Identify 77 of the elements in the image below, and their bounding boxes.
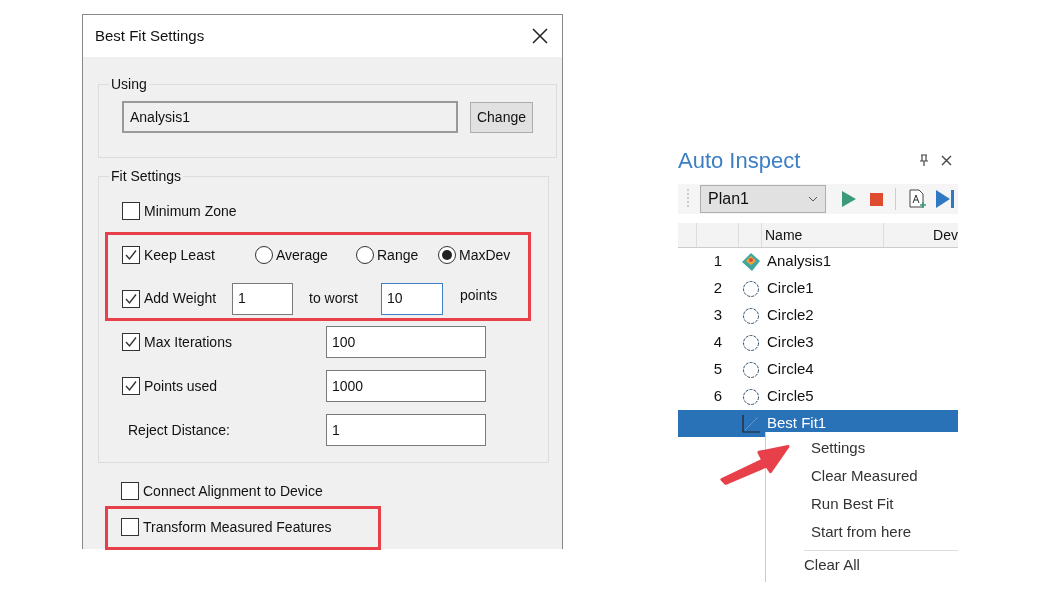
item-name: Circle3 bbox=[767, 332, 814, 353]
chevron-down-icon bbox=[808, 196, 818, 202]
play-icon[interactable] bbox=[842, 191, 856, 207]
change-button[interactable]: Change bbox=[470, 101, 533, 133]
circle-icon bbox=[742, 306, 760, 325]
circle-icon bbox=[742, 279, 760, 298]
menu-item[interactable]: Clear Measured bbox=[811, 464, 918, 488]
checkbox-label: Connect Alignment to Device bbox=[143, 481, 323, 501]
input-field[interactable]: 10 bbox=[381, 282, 443, 315]
stop-icon[interactable] bbox=[870, 192, 883, 206]
color-map-icon bbox=[741, 251, 761, 272]
circle-icon bbox=[742, 360, 760, 379]
gripper-icon bbox=[686, 188, 690, 210]
checkbox-label: Max Iterations bbox=[144, 332, 233, 352]
group-label: Fit Settings bbox=[110, 167, 183, 186]
pin-icon[interactable] bbox=[919, 154, 929, 166]
column-header[interactable]: Dev bbox=[884, 223, 958, 247]
radio-label: Average bbox=[276, 245, 328, 265]
item-name: Circle1 bbox=[767, 278, 814, 299]
row-number: 4 bbox=[713, 332, 722, 353]
item-name: Circle2 bbox=[767, 305, 814, 326]
checkbox[interactable] bbox=[122, 289, 140, 308]
menu-item[interactable]: Settings bbox=[811, 436, 866, 460]
menu-item[interactable]: Clear All bbox=[804, 553, 860, 577]
group-label: Using bbox=[110, 75, 148, 94]
radio-label: Range bbox=[377, 245, 419, 265]
checkbox-label: Keep Least bbox=[144, 245, 216, 265]
checkbox[interactable] bbox=[122, 377, 140, 395]
field-label: Reject Distance: bbox=[128, 420, 231, 440]
radio-button[interactable] bbox=[255, 246, 273, 264]
line-fit-icon bbox=[741, 413, 761, 434]
tree-row[interactable]: 4 Circle3 bbox=[678, 329, 958, 356]
panel-title: Auto Inspect bbox=[678, 146, 801, 175]
radio-button[interactable] bbox=[356, 246, 374, 264]
checkbox-label: Transform Measured Features bbox=[143, 517, 332, 537]
column-header[interactable]: Name bbox=[762, 223, 884, 247]
close-icon[interactable] bbox=[941, 154, 952, 166]
radio-button[interactable] bbox=[438, 246, 456, 264]
circle-icon bbox=[742, 387, 760, 406]
menu-item[interactable]: Start from here bbox=[811, 520, 912, 544]
window-title: Best Fit Settings bbox=[95, 25, 205, 46]
input-field[interactable]: 1 bbox=[232, 282, 293, 315]
checkbox[interactable] bbox=[121, 518, 139, 536]
field-label: points bbox=[460, 286, 498, 305]
tree-row[interactable]: 1 Analysis1 bbox=[678, 248, 958, 275]
row-number: 2 bbox=[713, 278, 722, 299]
checkbox[interactable] bbox=[122, 202, 140, 220]
input-field[interactable]: 1000 bbox=[326, 370, 486, 402]
field-label: to worst bbox=[309, 289, 359, 308]
item-name: Circle5 bbox=[767, 386, 814, 407]
item-name: Circle4 bbox=[767, 359, 814, 380]
input-field[interactable]: 100 bbox=[326, 326, 486, 358]
input-field[interactable]: 1 bbox=[326, 414, 486, 446]
checkbox-label: Minimum Zone bbox=[144, 201, 237, 221]
checkbox-label: Add Weight bbox=[144, 289, 218, 308]
plan-dropdown[interactable]: Plan1 bbox=[700, 185, 826, 213]
row-number: 1 bbox=[713, 251, 722, 272]
tree-row[interactable]: 2 Circle1 bbox=[678, 275, 958, 302]
row-number: 5 bbox=[713, 359, 722, 380]
radio-label: MaxDev bbox=[459, 245, 511, 265]
add-document-icon[interactable] bbox=[908, 189, 928, 209]
row-number: 6 bbox=[713, 386, 722, 407]
skip-forward-icon[interactable] bbox=[936, 190, 956, 208]
checkbox-label: Points used bbox=[144, 376, 219, 396]
checkbox[interactable] bbox=[121, 482, 139, 500]
tree-row[interactable]: 5 Circle4 bbox=[678, 356, 958, 383]
input-field: Analysis1 bbox=[122, 101, 458, 133]
checkbox[interactable] bbox=[122, 246, 140, 264]
circle-icon bbox=[742, 333, 760, 352]
menu-item[interactable]: Run Best Fit bbox=[811, 492, 894, 516]
checkbox[interactable] bbox=[122, 333, 140, 351]
row-number: 3 bbox=[713, 305, 722, 326]
item-name: Best Fit1 bbox=[767, 413, 827, 434]
close-icon[interactable] bbox=[532, 28, 548, 44]
item-name: Analysis1 bbox=[767, 251, 832, 272]
tree-row[interactable]: 3 Circle2 bbox=[678, 302, 958, 329]
tree-row[interactable]: 6 Circle5 bbox=[678, 383, 958, 410]
